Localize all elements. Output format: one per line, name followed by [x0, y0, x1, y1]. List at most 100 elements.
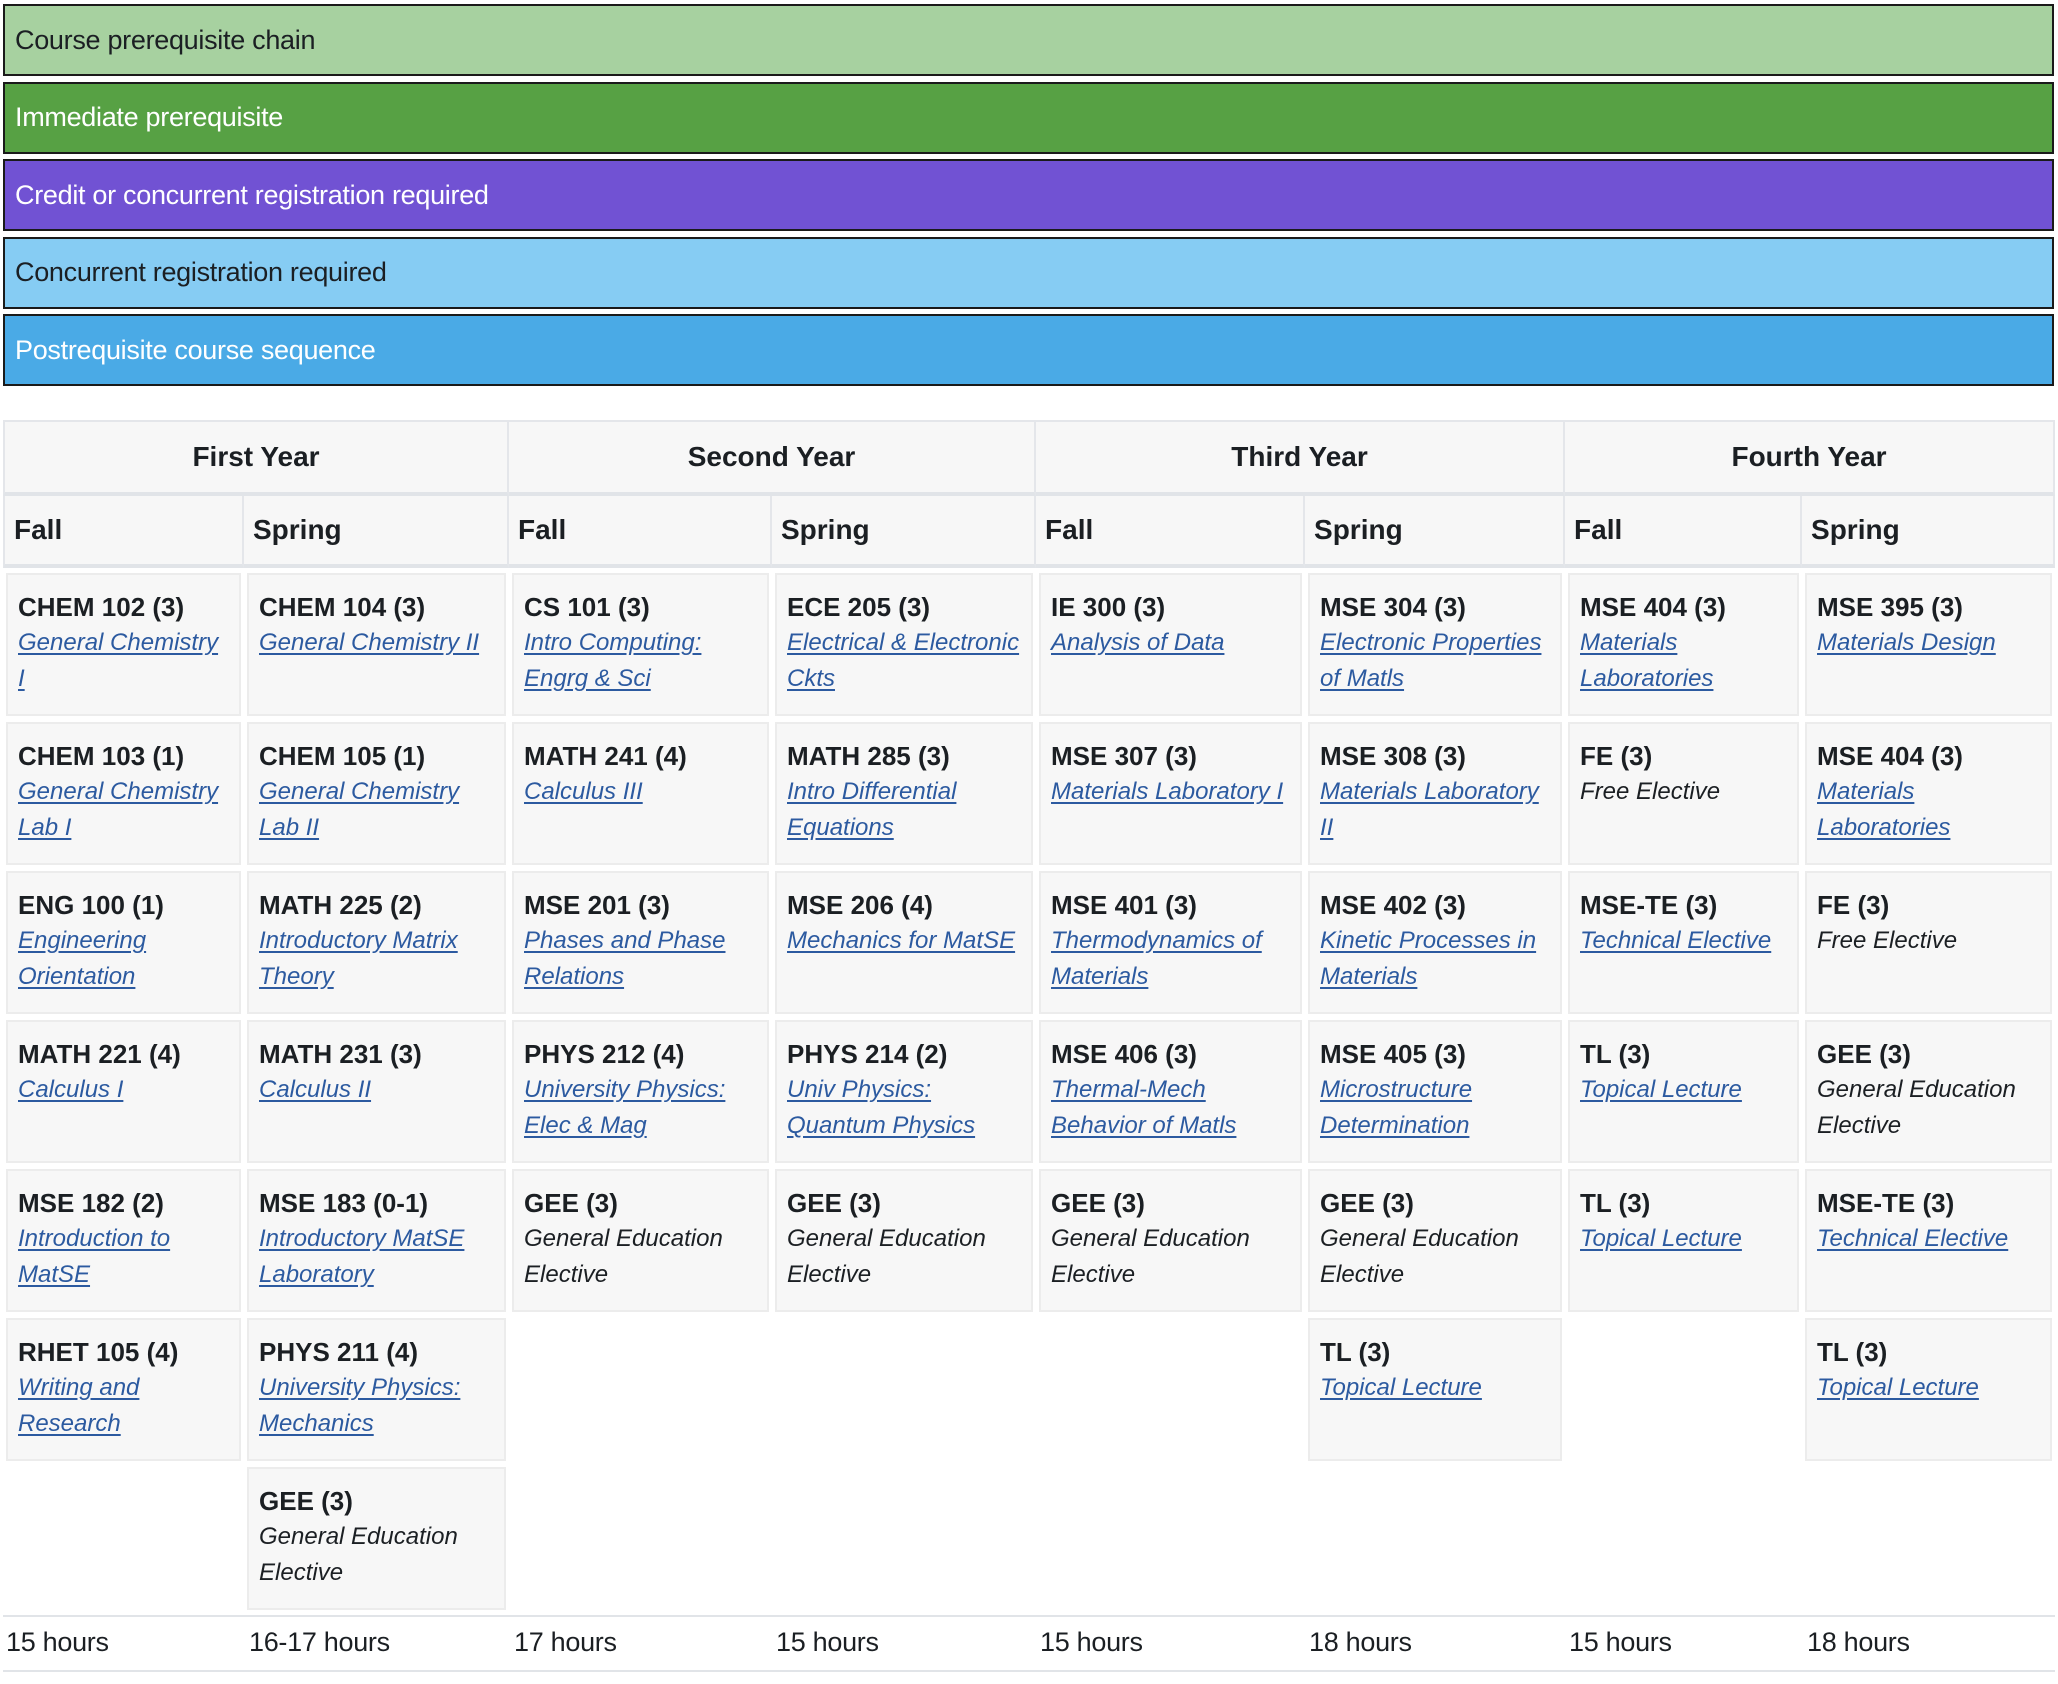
course-code: IE 300 (3)	[1051, 592, 1166, 622]
course-title-link[interactable]: Calculus III	[524, 778, 643, 805]
course-title-link[interactable]: Microstructure Determination	[1320, 1076, 1472, 1139]
course-title-link[interactable]: Technical Elective	[1817, 1225, 2008, 1252]
course-code: MSE 395 (3)	[1817, 592, 1963, 622]
course-title-link[interactable]: General Chemistry II	[259, 629, 479, 656]
course-title-wrap: General Education Elective	[259, 1519, 494, 1591]
course-card: TL (3) Topical Lecture	[1308, 1318, 1563, 1461]
course-slot: PHYS 214 (2) Univ Physics: Quantum Physic…	[772, 1017, 1036, 1166]
course-title-link[interactable]: Introduction to MatSE	[18, 1225, 170, 1288]
course-title-link[interactable]: Topical Lecture	[1817, 1374, 1979, 1401]
course-slot: CS 101 (3) Intro Computing: Engrg & Sci	[509, 568, 772, 719]
course-slot	[1802, 1464, 2055, 1613]
course-card: CS 101 (3) Intro Computing: Engrg & Sci	[512, 573, 769, 716]
year-header-second: Second Year	[509, 420, 1037, 496]
course-title-link[interactable]: Topical Lecture	[1580, 1076, 1742, 1103]
semester-header: Spring	[244, 496, 509, 568]
course-title-link[interactable]: Materials Laboratories	[1817, 778, 1950, 841]
course-title-link[interactable]: Materials Design	[1817, 629, 1996, 656]
course-title-link[interactable]: General Chemistry Lab II	[259, 778, 459, 841]
course-card: TL (3) Topical Lecture	[1568, 1169, 1800, 1312]
course-slot: CHEM 104 (3) General Chemistry II	[244, 568, 509, 719]
legend: Course prerequisite chain Immediate prer…	[3, 4, 2054, 392]
course-slot: TL (3) Topical Lecture	[1565, 1166, 1802, 1315]
course-title-wrap: Materials Laboratory II	[1320, 774, 1550, 846]
course-row: RHET 105 (4) Writing and Research PHYS 211…	[3, 1315, 2055, 1464]
course-title-wrap: Electronic Properties of Matls	[1320, 625, 1550, 697]
course-title-link[interactable]: Introductory MatSE Laboratory	[259, 1225, 464, 1288]
course-title-link[interactable]: Technical Elective	[1580, 927, 1771, 954]
course-title-link[interactable]: Mechanics for MatSE	[787, 927, 1015, 954]
course-title-link[interactable]: Kinetic Processes in Materials	[1320, 927, 1536, 990]
course-title-link[interactable]: Materials Laboratories	[1580, 629, 1713, 692]
course-title-link[interactable]: Writing and Research	[18, 1374, 139, 1437]
course-title-link[interactable]: Thermodynamics of Materials	[1051, 927, 1262, 990]
course-code: FE (3)	[1580, 741, 1653, 771]
course-title-link[interactable]: Intro Computing: Engrg & Sci	[524, 629, 701, 692]
course-card: TL (3) Topical Lecture	[1805, 1318, 2053, 1461]
course-title-link[interactable]: Engineering Orientation	[18, 927, 146, 990]
course-title-link[interactable]: Materials Laboratory II	[1320, 778, 1539, 841]
course-title-link[interactable]: Analysis of Data	[1051, 629, 1224, 656]
course-slot: GEE (3) General Education Elective	[772, 1166, 1036, 1315]
course-code: MSE 183 (0-1)	[259, 1188, 429, 1218]
course-title-link[interactable]: University Physics: Elec & Mag	[524, 1076, 725, 1139]
course-title-link[interactable]: Introductory Matrix Theory	[259, 927, 458, 990]
semester-hours: 16-17 hours	[249, 1627, 390, 1657]
empty-slot	[512, 1467, 769, 1610]
course-title-link[interactable]: Phases and Phase Relations	[524, 927, 725, 990]
course-card: FE (3) Free Elective	[1805, 871, 2053, 1014]
course-title-link[interactable]: Univ Physics: Quantum Physics	[787, 1076, 975, 1139]
course-title-link[interactable]: Topical Lecture	[1320, 1374, 1482, 1401]
course-title-link[interactable]: Calculus II	[259, 1076, 371, 1103]
course-card: PHYS 212 (4) University Physics: Elec & M…	[512, 1020, 769, 1163]
course-card: CHEM 102 (3) General Chemistry I	[6, 573, 241, 716]
semester-header: Spring	[772, 496, 1037, 568]
course-title-link[interactable]: Electronic Properties of Matls	[1320, 629, 1541, 692]
course-title-link[interactable]: Intro Differential Equations	[787, 778, 956, 841]
course-title-wrap: Topical Lecture	[1320, 1370, 1550, 1406]
course-title-link[interactable]: University Physics: Mechanics	[259, 1374, 460, 1437]
course-code: GEE (3)	[259, 1486, 353, 1516]
course-card: CHEM 104 (3) General Chemistry II	[247, 573, 506, 716]
course-code: MSE 404 (3)	[1817, 741, 1963, 771]
course-title-link[interactable]: Electrical & Electronic Ckts	[787, 629, 1019, 692]
course-code: MATH 221 (4)	[18, 1039, 181, 1069]
semester-header: Fall	[1036, 496, 1306, 568]
course-slot: MSE 308 (3) Materials Laboratory II	[1305, 719, 1565, 868]
course-card: FE (3) Free Elective	[1568, 722, 1800, 865]
course-slot: RHET 105 (4) Writing and Research	[3, 1315, 244, 1464]
course-title-link[interactable]: General Chemistry Lab I	[18, 778, 218, 841]
course-slot: GEE (3) General Education Elective	[509, 1166, 772, 1315]
course-title-wrap: Topical Lecture	[1580, 1221, 1787, 1257]
course-slot: MSE 182 (2) Introduction to MatSE	[3, 1166, 244, 1315]
course-title: General Education Elective	[524, 1225, 723, 1288]
course-code: PHYS 211 (4)	[259, 1337, 418, 1367]
course-slot: MSE 405 (3) Microstructure Determination	[1305, 1017, 1565, 1166]
course-card: GEE (3) General Education Elective	[1805, 1020, 2053, 1163]
empty-slot	[1568, 1318, 1799, 1461]
course-slot: GEE (3) General Education Elective	[1036, 1166, 1305, 1315]
course-slot: CHEM 103 (1) General Chemistry Lab I	[3, 719, 244, 868]
course-card: MSE-TE (3) Technical Elective	[1568, 871, 1800, 1014]
course-card: MSE-TE (3) Technical Elective	[1805, 1169, 2053, 1312]
course-code: PHYS 214 (2)	[787, 1039, 948, 1069]
course-title-link[interactable]: Materials Laboratory I	[1051, 778, 1283, 805]
course-slot: MATH 241 (4) Calculus III	[509, 719, 772, 868]
course-slot	[1036, 1464, 1305, 1613]
course-title-wrap: General Chemistry II	[259, 625, 494, 661]
course-title-link[interactable]: Calculus I	[18, 1076, 123, 1103]
course-slot: MATH 231 (3) Calculus II	[244, 1017, 509, 1166]
course-title-link[interactable]: Topical Lecture	[1580, 1225, 1742, 1252]
empty-slot	[1039, 1318, 1302, 1461]
semester-header: Spring	[1305, 496, 1566, 568]
course-card: PHYS 214 (2) Univ Physics: Quantum Physic…	[775, 1020, 1034, 1163]
course-code: MSE 401 (3)	[1051, 890, 1197, 920]
course-title-wrap: Analysis of Data	[1051, 625, 1290, 661]
course-title-link[interactable]: General Chemistry I	[18, 629, 218, 692]
course-slot: MSE 406 (3) Thermal-Mech Behavior of Matl…	[1036, 1017, 1305, 1166]
course-slot: MSE-TE (3) Technical Elective	[1565, 868, 1802, 1017]
legend-credit-or-concurrent: Credit or concurrent registration requir…	[3, 159, 2054, 231]
course-title-link[interactable]: Thermal-Mech Behavior of Matls	[1051, 1076, 1236, 1139]
course-code: GEE (3)	[524, 1188, 618, 1218]
course-code: CHEM 105 (1)	[259, 741, 426, 771]
